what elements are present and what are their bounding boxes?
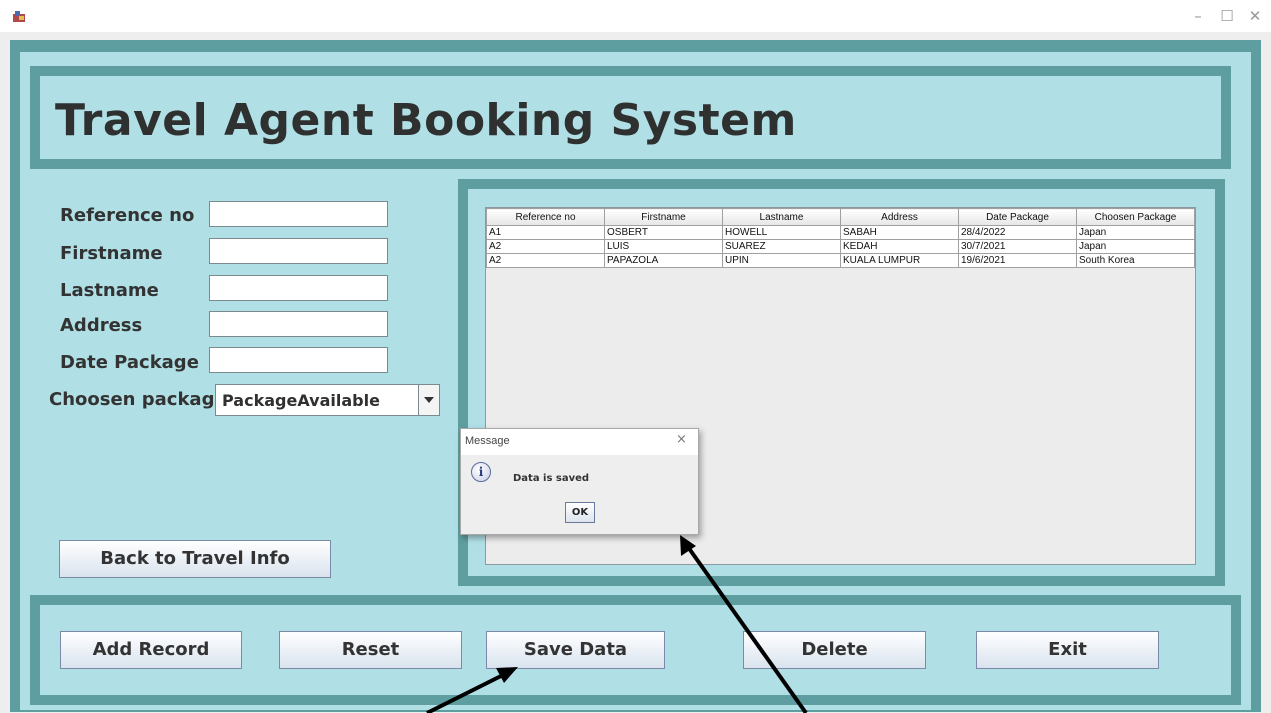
maximize-button[interactable]: ☐ xyxy=(1212,6,1242,26)
reset-button[interactable]: Reset xyxy=(279,631,462,669)
delete-button[interactable]: Delete xyxy=(743,631,926,669)
message-dialog: Message × i Data is saved OK xyxy=(460,428,699,535)
close-window-button[interactable]: ✕ xyxy=(1240,6,1270,26)
table-cell[interactable]: SUAREZ xyxy=(722,239,841,254)
table-cell[interactable]: South Korea xyxy=(1076,253,1195,268)
dialog-close-icon[interactable]: × xyxy=(676,432,687,447)
lastname-input[interactable] xyxy=(209,275,388,301)
package-selected-value: PackageAvailable xyxy=(222,391,380,410)
dialog-body: i Data is saved OK xyxy=(461,455,698,534)
table-cell[interactable]: A1 xyxy=(486,225,605,240)
choosen-package-label: Choosen package xyxy=(49,389,227,410)
page-title: Travel Agent Booking System xyxy=(55,95,797,146)
column-header[interactable]: Reference no xyxy=(486,208,605,226)
table-cell[interactable]: LUIS xyxy=(604,239,723,254)
records-table: Reference no Firstname Lastname Address … xyxy=(486,208,1195,268)
column-header[interactable]: Choosen Package xyxy=(1076,208,1195,226)
table-cell[interactable]: OSBERT xyxy=(604,225,723,240)
package-dropdown-button[interactable] xyxy=(418,385,439,415)
address-input[interactable] xyxy=(209,311,388,337)
date-package-input[interactable] xyxy=(209,347,388,373)
table-cell[interactable]: 19/6/2021 xyxy=(958,253,1077,268)
column-header[interactable]: Address xyxy=(840,208,959,226)
table-cell[interactable]: HOWELL xyxy=(722,225,841,240)
minimize-button[interactable]: – xyxy=(1183,6,1213,26)
exit-button[interactable]: Exit xyxy=(976,631,1159,669)
table-row[interactable]: A2 LUIS SUAREZ KEDAH 30/7/2021 Japan xyxy=(486,239,1195,254)
firstname-input[interactable] xyxy=(209,238,388,264)
table-cell[interactable]: PAPAZOLA xyxy=(604,253,723,268)
table-cell[interactable]: A2 xyxy=(486,253,605,268)
table-cell[interactable]: 30/7/2021 xyxy=(958,239,1077,254)
reference-input[interactable] xyxy=(209,201,388,227)
window-titlebar: – ☐ ✕ xyxy=(0,0,1271,32)
table-row[interactable]: A1 OSBERT HOWELL SABAH 28/4/2022 Japan xyxy=(486,225,1195,240)
table-cell[interactable]: 28/4/2022 xyxy=(958,225,1077,240)
column-header[interactable]: Lastname xyxy=(722,208,841,226)
table-cell[interactable]: SABAH xyxy=(840,225,959,240)
info-icon: i xyxy=(471,462,491,482)
table-cell[interactable]: Japan xyxy=(1076,239,1195,254)
date-package-label: Date Package xyxy=(60,352,199,373)
column-header[interactable]: Date Package xyxy=(958,208,1077,226)
table-row[interactable]: A2 PAPAZOLA UPIN KUALA LUMPUR 19/6/2021 … xyxy=(486,253,1195,268)
dialog-ok-button[interactable]: OK xyxy=(565,502,595,523)
table-cell[interactable]: UPIN xyxy=(722,253,841,268)
reference-label: Reference no xyxy=(60,205,195,226)
column-header[interactable]: Firstname xyxy=(604,208,723,226)
chevron-down-icon xyxy=(424,397,434,403)
lastname-label: Lastname xyxy=(60,280,159,301)
add-record-button[interactable]: Add Record xyxy=(60,631,242,669)
java-app-icon xyxy=(13,11,25,22)
package-select[interactable]: PackageAvailable xyxy=(215,384,440,416)
address-label: Address xyxy=(60,315,143,336)
table-header-row: Reference no Firstname Lastname Address … xyxy=(486,208,1195,226)
firstname-label: Firstname xyxy=(60,243,163,264)
table-cell[interactable]: Japan xyxy=(1076,225,1195,240)
table-cell[interactable]: KEDAH xyxy=(840,239,959,254)
table-cell[interactable]: A2 xyxy=(486,239,605,254)
dialog-title: Message xyxy=(465,435,510,447)
save-data-button[interactable]: Save Data xyxy=(486,631,665,669)
table-cell[interactable]: KUALA LUMPUR xyxy=(840,253,959,268)
dialog-message: Data is saved xyxy=(513,473,590,484)
back-to-travel-info-button[interactable]: Back to Travel Info xyxy=(59,540,331,578)
